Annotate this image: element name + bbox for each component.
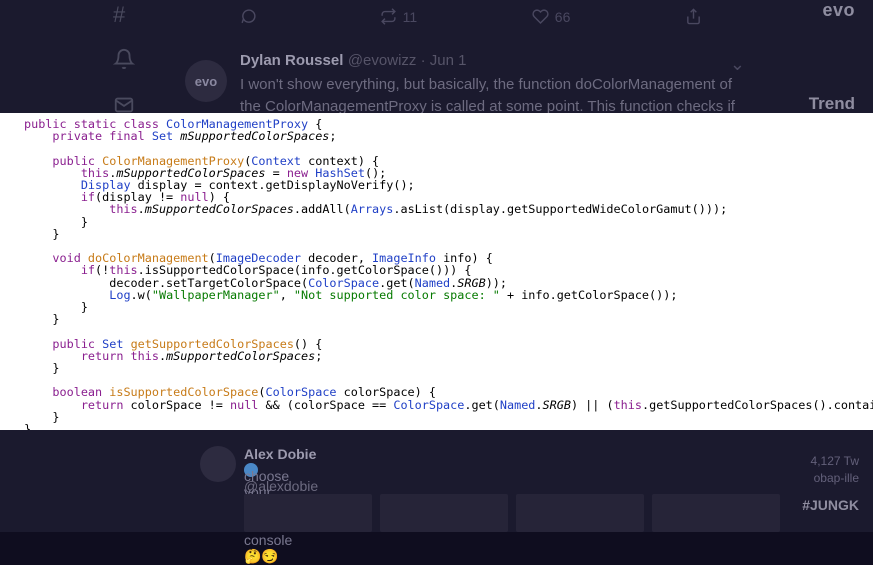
share-icon[interactable]: [685, 8, 710, 28]
code-block: public static class ColorManagementProxy…: [24, 118, 873, 430]
poll-option[interactable]: [380, 494, 508, 532]
retweet-count[interactable]: 11: [380, 8, 418, 28]
reply-icon[interactable]: [240, 8, 265, 28]
trend-meta: 4,127 Twobap-ille: [811, 453, 859, 487]
poll-option[interactable]: [244, 494, 372, 532]
tweet-body: I won't show everything, but basically, …: [240, 74, 740, 118]
tweet-header: Dylan Roussel @evowizz · Jun 1: [240, 52, 466, 70]
avatar[interactable]: [200, 446, 236, 482]
author-name[interactable]: Alex Dobie: [244, 446, 316, 462]
poll-tiles: [244, 494, 780, 532]
like-count[interactable]: 66: [532, 8, 571, 28]
avatar[interactable]: evo: [185, 60, 227, 102]
trends-heading: Trend: [809, 94, 855, 114]
bell-icon[interactable]: [113, 48, 135, 76]
poll-option[interactable]: [652, 494, 780, 532]
poll-option[interactable]: [516, 494, 644, 532]
more-icon[interactable]: ⌄: [730, 54, 745, 75]
hash-icon[interactable]: #: [113, 2, 125, 28]
tweet-metrics: 11 66: [240, 8, 710, 28]
author-handle[interactable]: @evowizz · Jun 1: [348, 52, 467, 69]
author-name[interactable]: Dylan Roussel: [240, 52, 343, 69]
code-snippet: public static class ColorManagementProxy…: [0, 113, 873, 430]
evo-logo: evo: [822, 0, 855, 21]
trend-hashtag[interactable]: #JUNGK: [802, 497, 859, 513]
